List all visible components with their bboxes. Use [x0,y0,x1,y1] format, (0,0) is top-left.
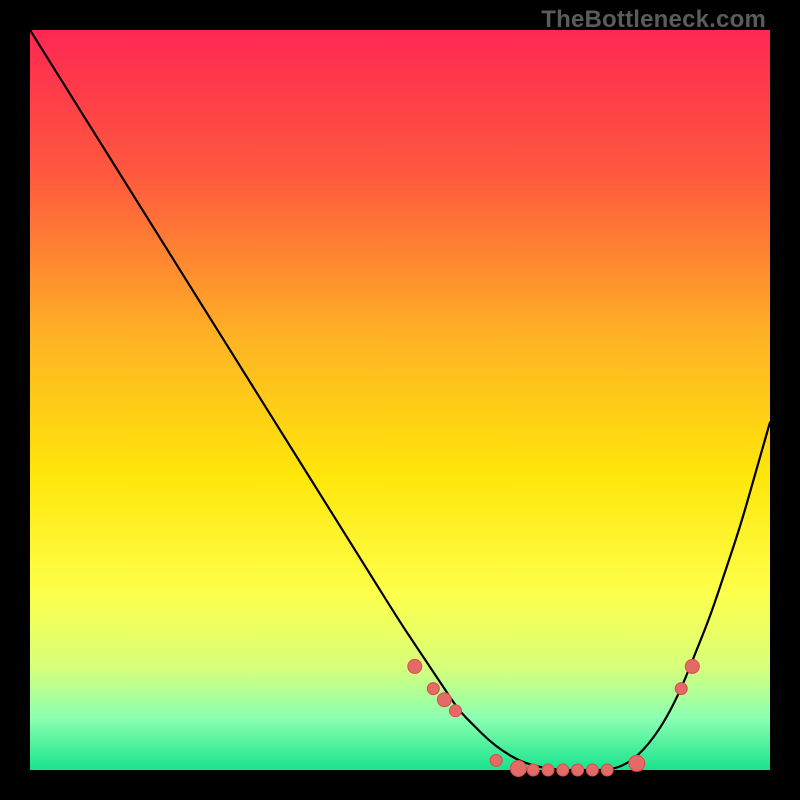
chart-frame [30,30,770,770]
marker-dot [685,659,699,673]
curve-path [30,30,770,770]
marker-dot [427,683,439,695]
marker-dot [557,764,569,776]
marker-dots [408,659,700,776]
marker-dot [629,755,645,771]
bottleneck-curve [30,30,770,770]
marker-dot [542,764,554,776]
marker-dot [675,683,687,695]
marker-dot [586,764,598,776]
marker-dot [601,764,613,776]
marker-dot [527,764,539,776]
marker-dot [408,659,422,673]
marker-dot [490,754,502,766]
watermark-text: TheBottleneck.com [541,6,766,34]
marker-dot [510,761,526,777]
marker-dot [437,693,451,707]
marker-dot [450,705,462,717]
marker-dot [572,764,584,776]
